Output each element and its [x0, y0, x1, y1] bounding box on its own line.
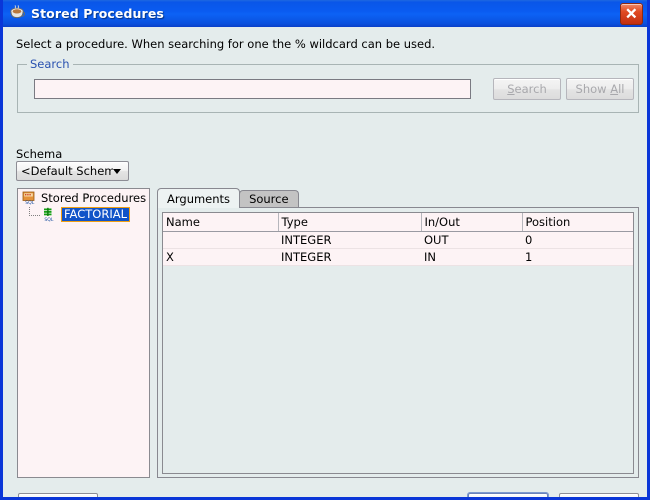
tree-connector-icon: [28, 207, 42, 222]
search-group: Search Search Show All: [17, 57, 639, 113]
coffee-cup-icon: [9, 5, 26, 22]
chevron-down-icon: [113, 168, 121, 174]
cell-position: 1: [522, 248, 633, 266]
cell-type: INTEGER: [278, 231, 421, 249]
tab-panel-arguments: Name Type In/Out Position INTEGER OUT 0 …: [157, 207, 639, 478]
schema-label: Schema: [16, 147, 63, 161]
svg-text:SQL: SQL: [44, 217, 54, 222]
cell-type: INTEGER: [278, 248, 421, 266]
ok-button[interactable]: OK: [468, 493, 548, 497]
tabstrip: Arguments Source: [157, 188, 299, 208]
search-input[interactable]: [34, 79, 471, 99]
stored-procedures-dialog: Stored Procedures Select a procedure. Wh…: [0, 0, 650, 500]
schema-selected-value: <Default Schema>: [21, 164, 113, 178]
tree-root-label: Stored Procedures: [41, 190, 147, 205]
cell-name: [163, 231, 278, 249]
tree-item-factorial-label: FACTORIAL: [61, 207, 130, 222]
instruction-text: Select a procedure. When searching for o…: [16, 37, 436, 51]
tab-source-label: Source: [249, 192, 289, 206]
table-row[interactable]: X INTEGER IN 1: [163, 248, 633, 266]
title-bar: Stored Procedures: [3, 0, 647, 27]
column-header-inout[interactable]: In/Out: [421, 213, 523, 232]
close-icon[interactable]: [620, 2, 643, 25]
tree-root-node[interactable]: SQL Stored Procedures: [18, 189, 149, 206]
help-button[interactable]: Help: [18, 493, 98, 497]
tab-arguments-label: Arguments: [167, 191, 231, 206]
column-header-type[interactable]: Type: [278, 213, 422, 232]
cell-inout: IN: [421, 248, 522, 266]
tab-arguments[interactable]: Arguments: [157, 188, 241, 208]
table-row[interactable]: INTEGER OUT 0: [163, 231, 633, 249]
arguments-table-container[interactable]: Name Type In/Out Position INTEGER OUT 0 …: [162, 212, 634, 474]
dialog-body: Select a procedure. When searching for o…: [3, 27, 647, 497]
schema-select[interactable]: <Default Schema>: [16, 161, 129, 181]
folder-sql-icon: SQL: [22, 190, 37, 206]
search-button[interactable]: Search: [493, 78, 561, 100]
cancel-button[interactable]: Cancel: [559, 493, 639, 497]
svg-text:SQL: SQL: [25, 200, 35, 205]
window-title: Stored Procedures: [31, 6, 164, 21]
procedure-tree[interactable]: SQL Stored Procedures SQL FACTORIAL: [17, 188, 150, 478]
tree-item-factorial[interactable]: SQL FACTORIAL: [18, 206, 149, 223]
search-group-legend: Search: [27, 57, 73, 71]
tab-source[interactable]: Source: [239, 190, 299, 207]
column-header-name[interactable]: Name: [163, 213, 279, 232]
show-all-button[interactable]: Show All: [566, 78, 634, 100]
arguments-table: Name Type In/Out Position INTEGER OUT 0 …: [163, 213, 633, 266]
column-header-position[interactable]: Position: [522, 213, 633, 232]
details-panel: Arguments Source Name Type In/Out Positi…: [157, 188, 639, 478]
table-header-row: Name Type In/Out Position: [163, 213, 633, 232]
cell-position: 0: [522, 231, 633, 249]
procedure-sql-icon: SQL: [42, 207, 57, 223]
cell-inout: OUT: [421, 231, 522, 249]
cell-name: X: [163, 248, 278, 266]
